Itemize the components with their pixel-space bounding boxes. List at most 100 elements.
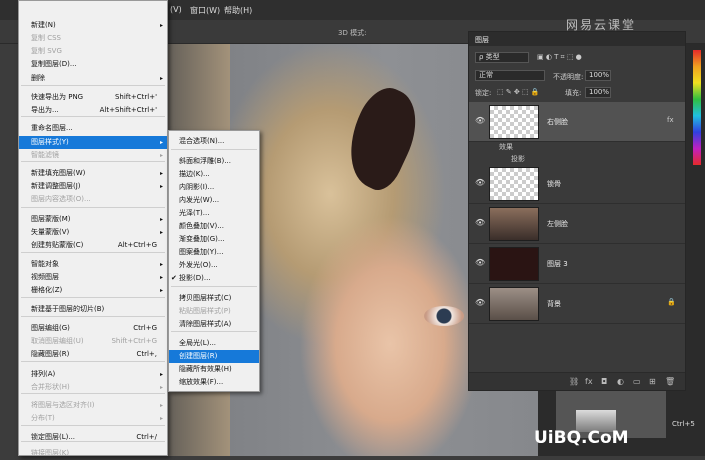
fx-icon[interactable]: fx <box>585 377 593 386</box>
layer-row[interactable]: 👁 背景 🔒 <box>469 284 685 324</box>
menu-item[interactable]: 图层样式(Y) ▸ <box>19 136 167 149</box>
fill-input[interactable]: 100% <box>585 87 611 98</box>
submenu-item[interactable]: 全局光(L)... <box>169 337 259 350</box>
submenu-item[interactable]: 缩放效果(F)... <box>169 376 259 389</box>
menu-item[interactable]: 创建剪贴蒙版(C) Alt+Ctrl+G <box>19 239 167 252</box>
menu-view[interactable]: (V) <box>170 5 182 14</box>
menu-item-label: 删除 <box>31 74 45 82</box>
menu-window[interactable]: 窗口(W) <box>190 5 220 16</box>
menu-separator <box>171 286 257 287</box>
menu-item-label: 锁定图层(L)... <box>31 433 76 441</box>
watermark: UiBQ.CoM <box>534 428 629 448</box>
menu-item-label: 复制图层(D)... <box>31 60 77 68</box>
layers-panel-tab[interactable]: 图层 <box>469 32 685 46</box>
submenu-item[interactable]: 渐变叠加(G)... <box>169 233 259 246</box>
visibility-eye-icon[interactable]: 👁 <box>475 218 485 227</box>
mask-icon[interactable]: ◘ <box>601 377 607 386</box>
menu-item-shortcut: Alt+Shift+Ctrl+' <box>99 106 157 114</box>
submenu-item[interactable]: 拷贝图层样式(C) <box>169 292 259 305</box>
menu-item[interactable]: 新建填充图层(W) ▸ <box>19 167 167 180</box>
menu-item[interactable]: 复制 CSS <box>19 32 167 45</box>
submenu-item[interactable]: 外发光(O)... <box>169 259 259 272</box>
checkmark-icon: ✔ <box>171 274 177 282</box>
menu-item[interactable]: 取消图层编组(U) Shift+Ctrl+G <box>19 335 167 348</box>
submenu-item[interactable]: 图案叠加(Y)... <box>169 246 259 259</box>
trash-icon[interactable]: 🗑 <box>665 377 675 386</box>
layer-thumbnail <box>489 287 539 321</box>
layer-row[interactable]: 👁 右侧脸 fx <box>469 102 685 142</box>
layer-row[interactable]: 👁 图层 3 <box>469 244 685 284</box>
submenu-item[interactable]: 粘贴图层样式(P) <box>169 305 259 318</box>
submenu-item[interactable]: 光泽(T)... <box>169 207 259 220</box>
menu-item-label: 图层内容选项(O)... <box>31 195 91 203</box>
submenu-item[interactable]: 隐藏所有效果(H) <box>169 363 259 376</box>
filter-icons[interactable]: ▣ ◐ T ⌗ ⬚ ● <box>537 53 582 62</box>
layer-filter-select[interactable]: ρ 类型 <box>475 52 529 63</box>
submenu-item[interactable]: 描边(K)... <box>169 168 259 181</box>
submenu-item[interactable]: 颜色叠加(V)... <box>169 220 259 233</box>
lock-icons[interactable]: ⬚ ✎ ✥ ⬚ 🔒 <box>497 88 540 96</box>
menu-separator <box>21 297 165 298</box>
submenu-item-label: 清除图层样式(A) <box>179 320 232 328</box>
menu-item[interactable]: 将图层与选区对齐(I) ▸ <box>19 399 167 412</box>
adjustment-icon[interactable]: ◐ <box>617 377 624 386</box>
fx-icon[interactable]: fx <box>667 116 674 124</box>
submenu-item-label: 全局光(L)... <box>179 339 217 347</box>
menu-item-label: 隐藏图层(R) <box>31 350 70 358</box>
submenu-item[interactable]: 内阴影(I)... <box>169 181 259 194</box>
menu-item[interactable]: 合并形状(H) ▸ <box>19 381 167 394</box>
menu-item[interactable]: 矢量蒙版(V) ▸ <box>19 226 167 239</box>
menu-item[interactable]: 智能对象 ▸ <box>19 258 167 271</box>
visibility-eye-icon[interactable]: 👁 <box>475 116 485 125</box>
layer-row[interactable]: 👁 左侧脸 <box>469 204 685 244</box>
submenu-item[interactable]: ✔ 投影(D)... <box>169 272 259 285</box>
blend-mode-select[interactable]: 正常 <box>475 70 545 81</box>
menu-item[interactable]: 图层内容选项(O)... <box>19 193 167 206</box>
menu-item[interactable]: 新建调整图层(J) ▸ <box>19 180 167 193</box>
menu-item-shortcut: Shift+Ctrl+G <box>111 337 157 345</box>
submenu-item[interactable]: 创建图层(R) <box>169 350 259 363</box>
submenu-item[interactable]: 混合选项(N)... <box>169 135 259 148</box>
menu-separator <box>21 252 165 253</box>
menu-item[interactable]: 快速导出为 PNG Shift+Ctrl+' <box>19 91 167 104</box>
menu-item[interactable]: 导出为... Alt+Shift+Ctrl+' <box>19 104 167 117</box>
menu-item[interactable]: 图层编组(G) Ctrl+G <box>19 322 167 335</box>
new-layer-icon[interactable]: ⊞ <box>649 377 656 386</box>
layer-name: 图层 3 <box>547 260 568 268</box>
group-icon[interactable]: ▭ <box>633 377 641 386</box>
effect-drop-shadow[interactable]: 投影 <box>511 154 525 164</box>
submenu-item-label: 外发光(O)... <box>179 261 218 269</box>
menu-item[interactable]: 栅格化(Z) ▸ <box>19 284 167 297</box>
menu-separator <box>21 316 165 317</box>
menu-item[interactable]: 重命名图层... <box>19 122 167 135</box>
submenu-item[interactable]: 内发光(W)... <box>169 194 259 207</box>
visibility-eye-icon[interactable]: 👁 <box>475 258 485 267</box>
visibility-eye-icon[interactable]: 👁 <box>475 178 485 187</box>
menu-item[interactable]: 图层蒙版(M) ▸ <box>19 213 167 226</box>
submenu-item[interactable]: 清除图层样式(A) <box>169 318 259 331</box>
menu-help[interactable]: 帮助(H) <box>224 5 252 16</box>
submenu-arrow-icon: ▸ <box>159 415 163 422</box>
menu-item[interactable]: 复制 SVG <box>19 45 167 58</box>
menu-item[interactable]: 复制图层(D)... <box>19 58 167 71</box>
layer-name: 左侧脸 <box>547 220 568 228</box>
opacity-input[interactable]: 100% <box>585 70 611 81</box>
menu-item[interactable]: 视频图层 ▸ <box>19 271 167 284</box>
menu-item-label: 矢量蒙版(V) <box>31 228 70 236</box>
menu-item[interactable]: 删除 ▸ <box>19 72 167 85</box>
menu-item[interactable]: 隐藏图层(R) Ctrl+, <box>19 348 167 361</box>
layer-row[interactable]: 👁 锁骨 <box>469 164 685 204</box>
menu-item[interactable]: 排列(A) ▸ <box>19 368 167 381</box>
menu-item-label: 取消图层编组(U) <box>31 337 84 345</box>
menu-item[interactable]: 锁定图层(L)... Ctrl+/ <box>19 431 167 444</box>
submenu-item[interactable]: 斜面和浮雕(B)... <box>169 155 259 168</box>
menu-item[interactable]: 分布(T) ▸ <box>19 412 167 425</box>
visibility-eye-icon[interactable]: 👁 <box>475 298 485 307</box>
submenu-item-label: 隐藏所有效果(H) <box>179 365 232 373</box>
menu-item[interactable]: 新建(N) ▸ <box>19 19 167 32</box>
menu-item[interactable]: 新建基于图层的切片(B) <box>19 303 167 316</box>
menu-item[interactable]: 链接图层(K) <box>19 447 167 460</box>
menu-item[interactable]: 智能滤镜 ▸ <box>19 149 167 162</box>
menu-item-label: 新建填充图层(W) <box>31 169 86 177</box>
link-icon[interactable]: ⛓ <box>569 377 579 386</box>
